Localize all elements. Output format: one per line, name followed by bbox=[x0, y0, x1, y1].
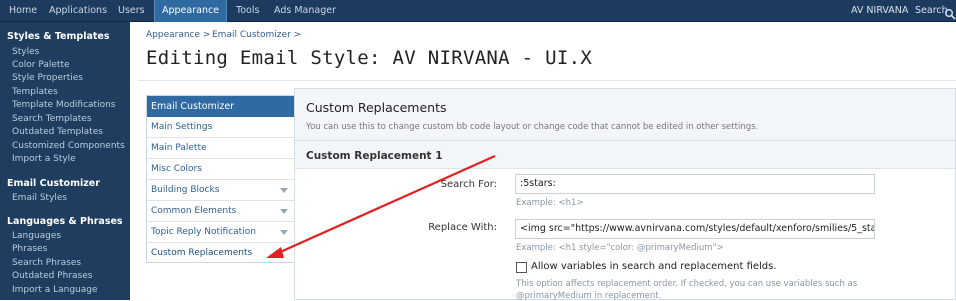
tab-appearance[interactable]: Appearance bbox=[154, 0, 228, 22]
replacement-section: Custom Replacement 1 Search For: :5stars… bbox=[295, 141, 955, 301]
search-icon[interactable] bbox=[944, 5, 956, 20]
tab-home[interactable]: Home bbox=[9, 0, 37, 22]
title-divider bbox=[138, 80, 956, 81]
nav-item-label: Misc Colors bbox=[151, 164, 202, 174]
allow-variables-hint-line-1: This option affects replacement order. I… bbox=[516, 279, 858, 289]
tab-ads-manager[interactable]: Ads Manager bbox=[274, 0, 336, 22]
sidebar-item-styles[interactable]: Styles bbox=[12, 47, 39, 57]
panel-title: Custom Replacements bbox=[306, 100, 447, 115]
nav-item-misc-colors[interactable]: Misc Colors bbox=[147, 159, 294, 180]
nav-item-label: Topic Reply Notification bbox=[151, 227, 256, 237]
nav-item-building-blocks[interactable]: Building Blocks bbox=[147, 180, 294, 201]
section-header: Custom Replacement 1 bbox=[295, 141, 955, 169]
nav-item-label: Custom Replacements bbox=[151, 248, 253, 258]
nav-item-main-settings[interactable]: Main Settings bbox=[147, 117, 294, 138]
nav-item-label: Main Palette bbox=[151, 143, 207, 153]
breadcrumb-appearance[interactable]: Appearance > bbox=[146, 30, 210, 40]
search-for-hint: Example: <h1> bbox=[516, 198, 584, 208]
tab-users[interactable]: Users bbox=[118, 0, 145, 22]
sidebar-heading-languages-phrases[interactable]: Languages & Phrases bbox=[7, 216, 123, 227]
sidebar-heading-email-customizer[interactable]: Email Customizer bbox=[7, 178, 100, 189]
sidebar-item-color-palette[interactable]: Color Palette bbox=[12, 60, 70, 70]
sidebar-item-import-style[interactable]: Import a Style bbox=[12, 154, 76, 164]
breadcrumb-email-customizer[interactable]: Email Customizer > bbox=[212, 30, 301, 40]
section-title: Custom Replacement 1 bbox=[306, 150, 443, 162]
replace-with-input[interactable]: <img src="https://www.avnirvana.com/styl… bbox=[515, 219, 875, 239]
chevron-down-icon[interactable] bbox=[280, 230, 288, 235]
tab-tools[interactable]: Tools bbox=[236, 0, 259, 22]
search-link[interactable]: Search bbox=[915, 0, 948, 22]
tab-applications[interactable]: Applications bbox=[49, 0, 107, 22]
sidebar-item-templates[interactable]: Templates bbox=[12, 87, 58, 97]
user-menu[interactable]: AV NIRVANA bbox=[851, 0, 908, 22]
search-for-input[interactable]: :5stars: bbox=[515, 174, 875, 194]
chevron-down-icon[interactable] bbox=[280, 209, 288, 214]
nav-item-main-palette[interactable]: Main Palette bbox=[147, 138, 294, 159]
sidebar-item-template-modifications[interactable]: Template Modifications bbox=[12, 100, 115, 110]
allow-variables-checkbox[interactable] bbox=[516, 262, 527, 273]
sidebar-item-phrases[interactable]: Phrases bbox=[12, 244, 47, 254]
sidebar-item-search-templates[interactable]: Search Templates bbox=[12, 114, 92, 124]
nav-item-common-elements[interactable]: Common Elements bbox=[147, 201, 294, 222]
search-for-label: Search For: bbox=[440, 179, 497, 190]
sidebar-item-customized-components[interactable]: Customized Components bbox=[12, 141, 125, 151]
nav-item-label: Building Blocks bbox=[151, 185, 220, 195]
admin-sidebar: Styles & Templates Styles Color Palette … bbox=[0, 22, 130, 300]
replace-with-hint: Example: <h1 style="color: @primaryMediu… bbox=[516, 243, 724, 253]
sidebar-item-search-phrases[interactable]: Search Phrases bbox=[12, 258, 81, 268]
top-navigation-bar: Home Applications Users Appearance Tools… bbox=[0, 0, 956, 22]
panel-description: You can use this to change custom bb cod… bbox=[306, 122, 759, 132]
chevron-down-icon[interactable] bbox=[280, 188, 288, 193]
sidebar-item-outdated-phrases[interactable]: Outdated Phrases bbox=[12, 271, 92, 281]
nav-item-topic-reply-notification[interactable]: Topic Reply Notification bbox=[147, 222, 294, 243]
nav-item-label: Main Settings bbox=[151, 122, 213, 132]
email-customizer-nav: Email Customizer Main Settings Main Pale… bbox=[146, 95, 295, 263]
sidebar-item-email-styles[interactable]: Email Styles bbox=[12, 193, 67, 203]
allow-variables-label[interactable]: Allow variables in search and replacemen… bbox=[531, 261, 777, 272]
sidebar-item-style-properties[interactable]: Style Properties bbox=[12, 73, 83, 83]
page-title: Editing Email Style: AV NIRVANA - UI.X bbox=[146, 47, 593, 69]
replace-with-label: Replace With: bbox=[428, 222, 497, 233]
nav-item-label: Common Elements bbox=[151, 206, 237, 216]
custom-replacements-panel: Custom Replacements You can use this to … bbox=[294, 88, 956, 301]
nav-item-custom-replacements[interactable]: Custom Replacements bbox=[147, 243, 294, 264]
sidebar-item-languages[interactable]: Languages bbox=[12, 231, 61, 241]
panel-header: Custom Replacements You can use this to … bbox=[295, 89, 955, 141]
nav-heading: Email Customizer bbox=[147, 96, 294, 117]
sidebar-item-outdated-templates[interactable]: Outdated Templates bbox=[12, 127, 103, 137]
sidebar-item-import-language[interactable]: Import a Language bbox=[12, 285, 98, 295]
sidebar-heading-styles-templates[interactable]: Styles & Templates bbox=[7, 31, 110, 42]
